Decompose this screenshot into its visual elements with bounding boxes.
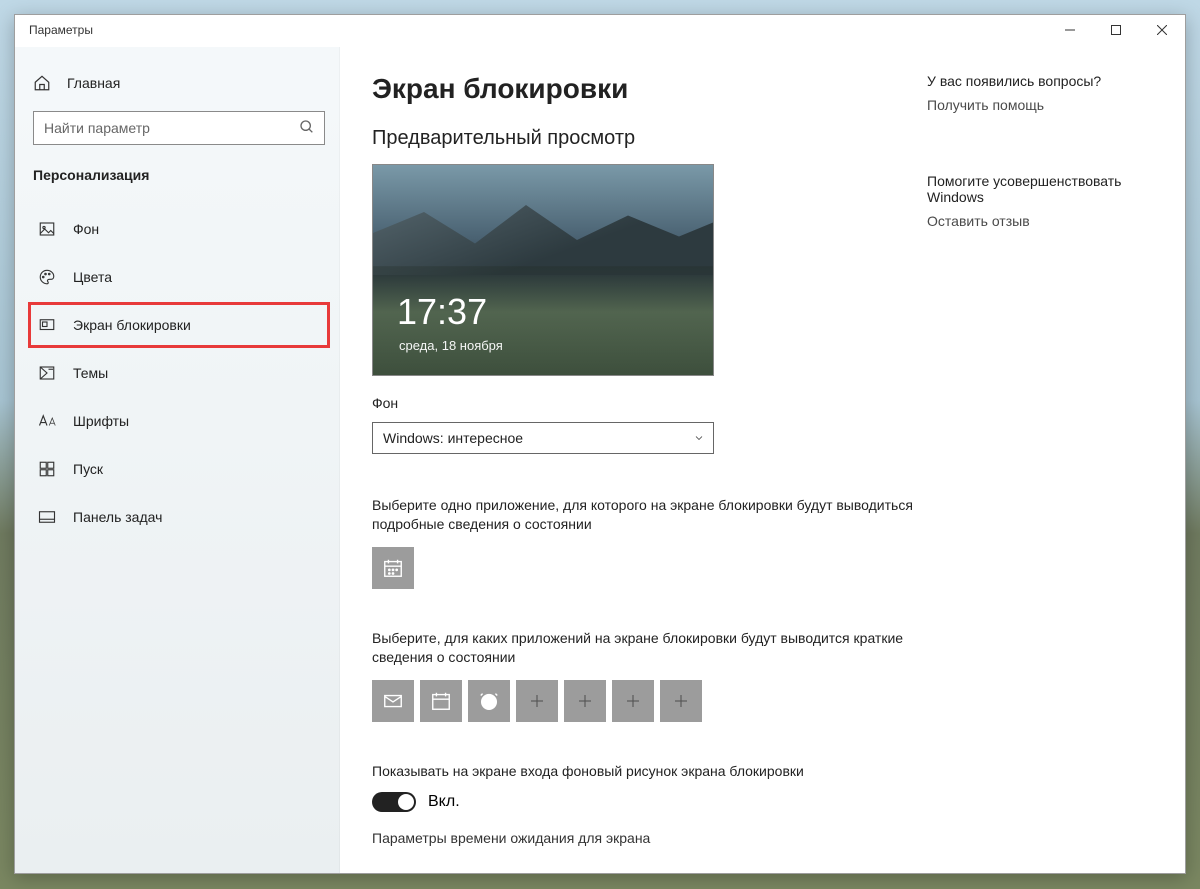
sidebar-item-colors[interactable]: Цвета <box>29 255 329 299</box>
help-title: У вас появились вопросы? <box>927 73 1155 89</box>
calendar-icon <box>382 557 404 579</box>
chevron-down-icon <box>693 432 705 444</box>
window-controls <box>1047 15 1185 45</box>
sidebar-item-background[interactable]: Фон <box>29 207 329 251</box>
start-icon <box>37 459 57 479</box>
main-area: Экран блокировки Предварительный просмот… <box>340 47 1185 873</box>
quick-apps-row <box>372 680 927 722</box>
sidebar-item-taskbar[interactable]: Панель задач <box>29 495 329 539</box>
preview-time: 17:37 <box>397 291 487 333</box>
home-icon <box>33 73 53 93</box>
plus-icon <box>672 692 690 710</box>
quick-app-mail[interactable] <box>372 680 414 722</box>
maximize-button[interactable] <box>1093 15 1139 45</box>
plus-icon <box>528 692 546 710</box>
preview-date: среда, 18 ноября <box>399 338 503 353</box>
sidebar-item-label: Фон <box>73 221 99 237</box>
background-label: Фон <box>372 394 927 414</box>
app-title: Параметры <box>15 15 93 37</box>
get-help-link[interactable]: Получить помощь <box>927 97 1155 113</box>
plus-icon <box>624 692 642 710</box>
sidebar-item-label: Пуск <box>73 461 103 477</box>
improve-title: Помогите усовершенствовать Windows <box>927 173 1155 205</box>
main-content: Экран блокировки Предварительный просмот… <box>372 73 927 873</box>
sidebar-item-themes[interactable]: Темы <box>29 351 329 395</box>
search-input[interactable] <box>33 111 325 145</box>
sidebar-item-label: Цвета <box>73 269 112 285</box>
home-label: Главная <box>67 75 120 91</box>
quick-apps-label: Выберите, для каких приложений на экране… <box>372 629 927 668</box>
page-title: Экран блокировки <box>372 73 927 105</box>
sidebar-item-label: Панель задач <box>73 509 162 525</box>
themes-icon <box>37 363 57 383</box>
alarm-icon <box>478 690 500 712</box>
screen-timeout-link[interactable]: Параметры времени ожидания для экрана <box>372 830 927 846</box>
calendar-icon <box>430 690 452 712</box>
detailed-app-calendar[interactable] <box>372 547 414 589</box>
sidebar-item-lockscreen[interactable]: Экран блокировки <box>29 303 329 347</box>
feedback-link[interactable]: Оставить отзыв <box>927 213 1155 229</box>
search-field[interactable] <box>33 111 325 145</box>
toggle-state-label: Вкл. <box>428 793 460 811</box>
minimize-button[interactable] <box>1047 15 1093 45</box>
quick-app-add-3[interactable] <box>612 680 654 722</box>
lockscreen-icon <box>37 315 57 335</box>
right-column: У вас появились вопросы? Получить помощь… <box>927 73 1185 873</box>
preview-heading: Предварительный просмотр <box>372 127 927 150</box>
search-icon <box>299 119 315 135</box>
lockscreen-preview: 17:37 среда, 18 ноября <box>372 164 714 376</box>
quick-app-add-2[interactable] <box>564 680 606 722</box>
fonts-icon <box>37 411 57 431</box>
background-dropdown[interactable]: Windows: интересное <box>372 422 714 454</box>
plus-icon <box>576 692 594 710</box>
detailed-app-row <box>372 547 927 589</box>
quick-app-add-1[interactable] <box>516 680 558 722</box>
settings-window: Параметры Главная <box>14 14 1186 874</box>
mail-icon <box>382 690 404 712</box>
signin-bg-toggle-row: Вкл. <box>372 792 927 812</box>
palette-icon <box>37 267 57 287</box>
window-body: Главная Персонализация Фон Цвета <box>15 47 1185 873</box>
close-button[interactable] <box>1139 15 1185 45</box>
taskbar-icon <box>37 507 57 527</box>
sidebar-item-label: Шрифты <box>73 413 129 429</box>
home-link[interactable]: Главная <box>29 65 329 111</box>
dropdown-value: Windows: интересное <box>383 430 523 446</box>
sidebar-item-label: Темы <box>73 365 108 381</box>
detailed-app-label: Выберите одно приложение, для которого н… <box>372 496 927 535</box>
quick-app-add-4[interactable] <box>660 680 702 722</box>
sidebar-item-label: Экран блокировки <box>73 317 191 333</box>
quick-app-calendar[interactable] <box>420 680 462 722</box>
signin-bg-label: Показывать на экране входа фоновый рисун… <box>372 762 927 782</box>
signin-bg-toggle[interactable] <box>372 792 416 812</box>
titlebar: Параметры <box>15 15 1185 47</box>
quick-app-alarm[interactable] <box>468 680 510 722</box>
picture-icon <box>37 219 57 239</box>
sidebar-item-start[interactable]: Пуск <box>29 447 329 491</box>
sidebar-item-fonts[interactable]: Шрифты <box>29 399 329 443</box>
sidebar-section-title: Персонализация <box>29 167 329 207</box>
sidebar: Главная Персонализация Фон Цвета <box>15 47 340 873</box>
